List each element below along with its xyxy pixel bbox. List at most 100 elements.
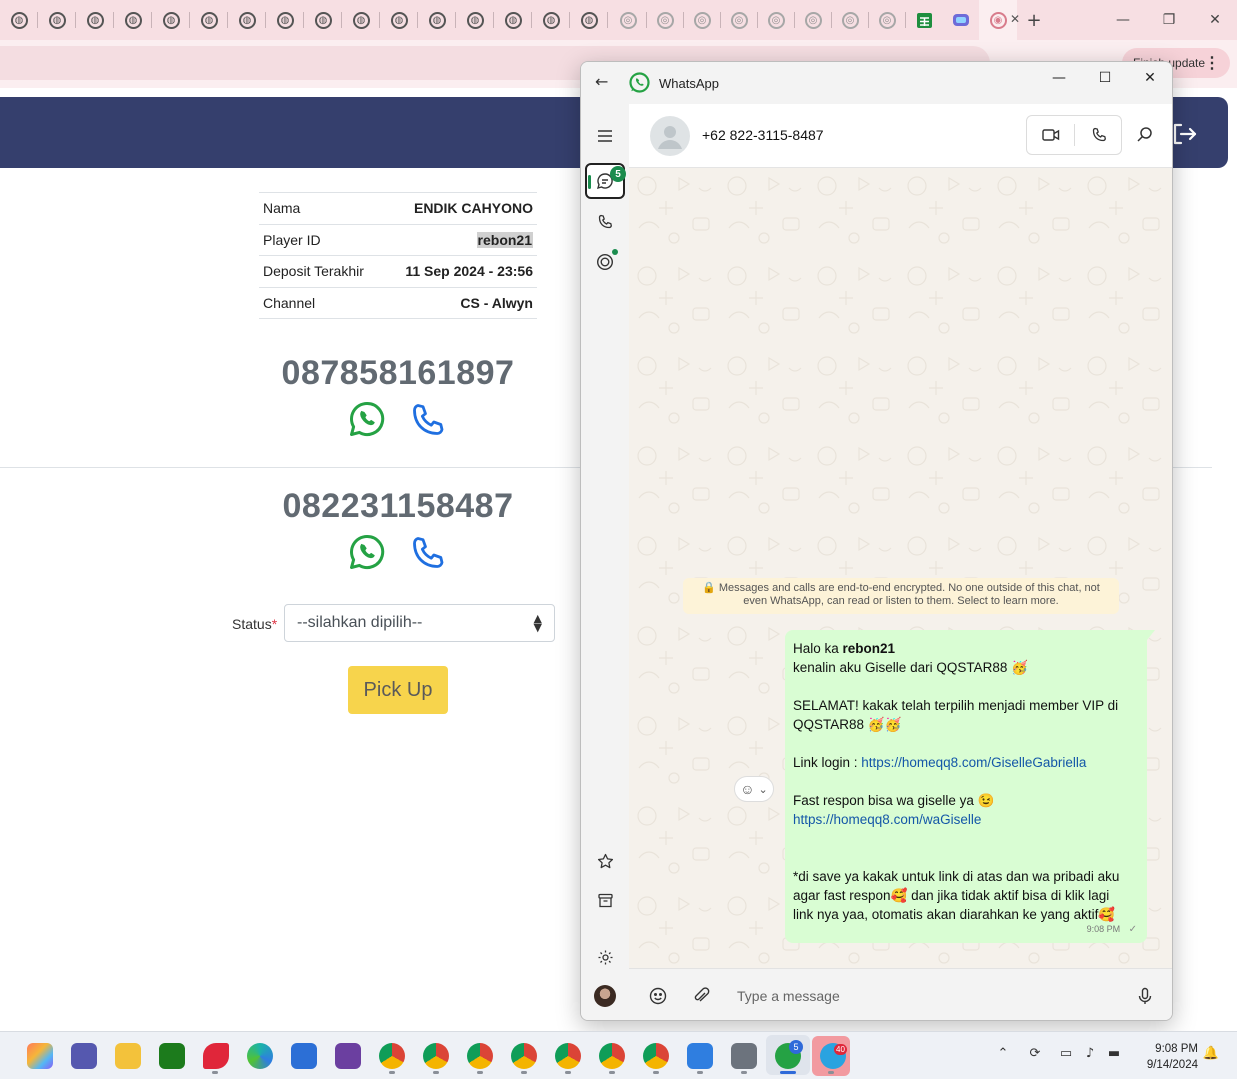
voice-call-button[interactable] (1075, 116, 1123, 154)
chats-button[interactable]: 5 (585, 163, 626, 199)
browser-tab[interactable]: ◍ (380, 0, 418, 40)
restore-icon: ❐ (1162, 12, 1176, 28)
browser-tab[interactable] (905, 0, 943, 40)
new-tab-button[interactable]: + (1015, 0, 1053, 40)
encryption-notice[interactable]: 🔒 Messages and calls are end-to-end encr… (683, 578, 1119, 614)
chrome-icon[interactable] (379, 1043, 405, 1069)
browser-tab[interactable]: ◍ (304, 0, 342, 40)
running-indicator (565, 1071, 571, 1074)
whatsapp-icon[interactable] (348, 533, 386, 571)
file-explorer-icon[interactable] (115, 1043, 141, 1069)
app-icon[interactable] (335, 1043, 361, 1069)
wa-minimize-button[interactable]: — (1045, 70, 1073, 92)
video-call-button[interactable] (1027, 116, 1075, 154)
browser-tab[interactable]: ◎ (720, 0, 758, 40)
copilot-icon[interactable] (27, 1043, 53, 1069)
browser-tab[interactable]: ◎ (831, 0, 869, 40)
volume-icon[interactable]: ♪ (1081, 1046, 1099, 1064)
emoji-icon[interactable] (648, 986, 668, 1006)
browser-tab[interactable]: ◍ (342, 0, 380, 40)
profile-button[interactable] (585, 978, 625, 1014)
chrome-icon[interactable] (555, 1043, 581, 1069)
message-bubble[interactable]: Halo ka rebon21 kenalin aku Giselle dari… (785, 630, 1155, 943)
site-icon: ◎ (656, 11, 674, 29)
chrome-icon[interactable] (423, 1043, 449, 1069)
calculator-icon[interactable] (731, 1043, 757, 1069)
phone-icon[interactable] (410, 535, 446, 571)
chevron-up-icon[interactable]: ⌃ (994, 1046, 1012, 1064)
info-value-cell: rebon21 (382, 223, 537, 256)
maximize-button[interactable]: ❐ (1146, 0, 1192, 40)
browser-tab[interactable]: ◎ (646, 0, 684, 40)
status-button[interactable] (585, 244, 625, 280)
browser-tab[interactable]: ◍ (570, 0, 608, 40)
wa-link[interactable]: https://homeqq8.com/waGiselle (793, 812, 981, 827)
xbox-icon[interactable] (159, 1043, 185, 1069)
message-input[interactable]: Type a message (737, 988, 840, 1004)
menu-button[interactable] (585, 121, 625, 151)
settings-button[interactable] (585, 939, 625, 975)
paperclip-icon[interactable] (691, 986, 711, 1006)
reaction-button[interactable]: ☺ ⌄ (734, 776, 774, 802)
browser-tab[interactable]: ◍ (456, 0, 494, 40)
browser-tab[interactable]: ◍ (532, 0, 570, 40)
store-icon[interactable] (291, 1043, 317, 1069)
browser-tab[interactable] (942, 0, 980, 40)
phone-icon[interactable] (410, 402, 446, 438)
clock-date: 9/14/2024 (1146, 1059, 1198, 1071)
notification-bell-icon[interactable]: 🔔 (1202, 1046, 1220, 1064)
globe-icon: ◍ (314, 11, 332, 29)
battery-icon[interactable]: ▬ (1105, 1046, 1123, 1064)
microphone-icon[interactable] (1135, 986, 1155, 1006)
contact-avatar[interactable] (650, 116, 690, 156)
browser-tab[interactable]: ◍ (418, 0, 456, 40)
browser-tab[interactable]: ◍ (76, 0, 114, 40)
minimize-button[interactable]: — (1100, 0, 1146, 40)
chrome-icon[interactable] (511, 1043, 537, 1069)
calls-button[interactable] (585, 204, 625, 240)
logout-icon[interactable] (1170, 120, 1198, 148)
browser-tab[interactable]: ◎ (683, 0, 721, 40)
notepad-icon[interactable] (687, 1043, 713, 1069)
teams-icon[interactable] (71, 1043, 97, 1069)
wa-maximize-button[interactable]: ☐ (1091, 70, 1119, 92)
status-select[interactable]: --silahkan dipilih-- ▲ ▼ (284, 604, 555, 642)
pick-up-button[interactable]: Pick Up (348, 666, 448, 714)
whatsapp-icon[interactable] (348, 400, 386, 438)
site-icon: ◎ (878, 11, 896, 29)
browser-tab[interactable]: ◍ (494, 0, 532, 40)
network-icon[interactable]: ▭ (1057, 1046, 1075, 1064)
wa-close-button[interactable]: ✕ (1136, 70, 1164, 92)
chrome-icon[interactable] (643, 1043, 669, 1069)
menu-icon[interactable]: ⋮ (1204, 53, 1220, 73)
running-indicator (389, 1071, 395, 1074)
browser-tab[interactable]: ◍ (152, 0, 190, 40)
browser-tab[interactable]: ◎ (794, 0, 832, 40)
browser-tab[interactable]: ◎ (757, 0, 795, 40)
login-link[interactable]: https://homeqq8.com/GiselleGabriella (861, 755, 1086, 770)
contact-name[interactable]: +62 822-3115-8487 (702, 127, 824, 143)
close-button[interactable]: ✕ (1192, 0, 1237, 40)
browser-tab[interactable]: ◍ (0, 0, 38, 40)
browser-tab[interactable]: ◎ (609, 0, 647, 40)
browser-tab[interactable]: ◍ (190, 0, 228, 40)
browser-tab[interactable]: ◍ (38, 0, 76, 40)
clock[interactable]: 9:08 PM 9/14/2024 (1136, 1041, 1198, 1073)
site-icon: ◎ (804, 11, 822, 29)
running-indicator (828, 1071, 834, 1074)
sync-icon[interactable]: ⟳ (1026, 1046, 1044, 1064)
chrome-icon[interactable] (467, 1043, 493, 1069)
chrome-icon[interactable] (599, 1043, 625, 1069)
search-icon[interactable] (1135, 125, 1155, 145)
browser-tab[interactable]: ◍ (114, 0, 152, 40)
star-icon (597, 853, 613, 868)
browser-tab[interactable]: ◎ (868, 0, 906, 40)
back-arrow-icon[interactable]: ← (595, 72, 608, 91)
browser-tab-active[interactable]: ◉ ✕ (979, 0, 1020, 40)
browser-tab[interactable]: ◍ (228, 0, 266, 40)
edge-icon[interactable] (247, 1043, 273, 1069)
archived-button[interactable] (585, 882, 625, 918)
app-icon[interactable] (203, 1043, 229, 1069)
browser-tab[interactable]: ◍ (266, 0, 304, 40)
starred-button[interactable] (585, 843, 625, 879)
